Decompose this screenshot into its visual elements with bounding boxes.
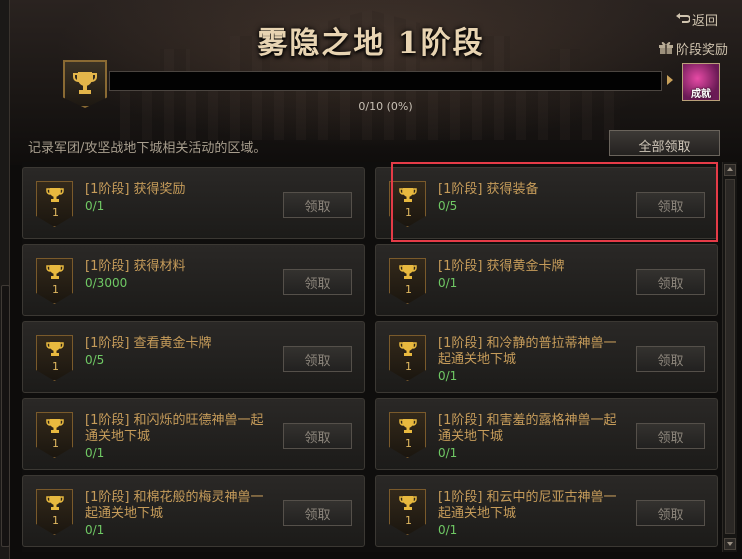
achievement-count: 0/5 xyxy=(438,199,458,213)
trophy-icon xyxy=(46,341,64,361)
claim-button[interactable]: 领取 xyxy=(636,346,705,372)
badge-level: 1 xyxy=(405,360,412,373)
claim-button[interactable]: 领取 xyxy=(283,346,352,372)
achievement-name: [1阶段] 和闪烁的旺德神兽一起通关地下城 xyxy=(85,413,264,444)
trophy-badge-icon: 1 xyxy=(36,258,73,304)
achievement-name: [1阶段] 和害羞的露格神兽一起通关地下城 xyxy=(438,413,617,444)
achievement-card: 1 [1阶段] 和云中的尼亚古神兽一起通关地下城 0/1 领取 xyxy=(375,475,718,547)
badge-level: 1 xyxy=(52,206,59,219)
claim-all-button[interactable]: 全部领取 xyxy=(609,130,720,156)
trophy-badge-icon: 1 xyxy=(389,335,426,381)
achievement-icon[interactable]: 成就 xyxy=(682,63,720,101)
achievement-card: 1 [1阶段] 和害羞的露格神兽一起通关地下城 0/1 领取 xyxy=(375,398,718,470)
area-description: 记录军团/攻坚战地下城相关活动的区域。 xyxy=(28,141,267,156)
trophy-badge-icon: 1 xyxy=(389,258,426,304)
claim-button[interactable]: 领取 xyxy=(283,423,352,449)
trophy-icon xyxy=(399,187,417,207)
badge-level: 1 xyxy=(405,283,412,296)
trophy-badge-icon: 1 xyxy=(36,412,73,458)
achievement-count: 0/1 xyxy=(438,276,458,290)
scroll-down-button[interactable] xyxy=(724,538,736,550)
trophy-icon xyxy=(46,418,64,438)
achievement-card: 1 [1阶段] 获得装备 0/5 领取 xyxy=(375,167,718,239)
claim-button[interactable]: 领取 xyxy=(636,500,705,526)
achievement-name: [1阶段] 和冷静的普拉蒂神兽一起通关地下城 xyxy=(438,336,617,367)
badge-level: 1 xyxy=(405,514,412,527)
trophy-icon xyxy=(399,418,417,438)
return-label: 返回 xyxy=(692,14,719,29)
trophy-icon xyxy=(46,495,64,515)
badge-level: 1 xyxy=(405,437,412,450)
achievement-name: [1阶段] 获得装备 xyxy=(438,182,539,197)
badge-level: 1 xyxy=(405,206,412,219)
achievement-count: 0/1 xyxy=(85,523,105,537)
achievement-card: 1 [1阶段] 获得奖励 0/1 领取 xyxy=(22,167,365,239)
achievement-count: 0/3000 xyxy=(85,276,128,290)
return-button[interactable]: 返回 xyxy=(676,10,718,29)
claim-button[interactable]: 领取 xyxy=(283,192,352,218)
trophy-badge-icon: 1 xyxy=(36,489,73,535)
trophy-badge-icon: 1 xyxy=(36,335,73,381)
achievement-name: [1阶段] 查看黄金卡牌 xyxy=(85,336,212,351)
scroll-thumb[interactable] xyxy=(725,179,735,534)
progress-bar xyxy=(109,71,662,91)
trophy-icon xyxy=(399,495,417,515)
badge-level: 1 xyxy=(52,514,59,527)
achievement-name: [1阶段] 获得奖励 xyxy=(85,182,186,197)
achievement-card: 1 [1阶段] 获得黄金卡牌 0/1 领取 xyxy=(375,244,718,316)
achievement-card: 1 [1阶段] 和棉花般的梅灵神兽一起通关地下城 0/1 领取 xyxy=(22,475,365,547)
achievement-card: 1 [1阶段] 查看黄金卡牌 0/5 领取 xyxy=(22,321,365,393)
page-title: 雾隐之地 1阶段 xyxy=(257,26,485,61)
scroll-up-button[interactable] xyxy=(724,164,736,176)
trophy-badge-icon: 1 xyxy=(36,181,73,227)
progress-arrow-icon xyxy=(667,75,673,85)
trophy-icon xyxy=(46,187,64,207)
achievement-name: [1阶段] 和棉花般的梅灵神兽一起通关地下城 xyxy=(85,490,264,521)
progress-text: 0/10 (0%) xyxy=(358,100,413,113)
list-scrollbar[interactable] xyxy=(722,162,737,552)
trophy-badge-icon: 1 xyxy=(389,412,426,458)
claim-button[interactable]: 领取 xyxy=(636,192,705,218)
claim-button[interactable]: 领取 xyxy=(636,423,705,449)
claim-button[interactable]: 领取 xyxy=(283,269,352,295)
achievement-name: [1阶段] 和云中的尼亚古神兽一起通关地下城 xyxy=(438,490,617,521)
achievement-name: [1阶段] 获得材料 xyxy=(85,259,186,274)
achievement-list: 1 [1阶段] 获得奖励 0/1 领取 1 [1阶段] 获得装备 0/5 领取 1 [1阶段] 获… xyxy=(22,162,722,552)
gift-icon xyxy=(658,40,674,58)
achievement-count: 0/1 xyxy=(438,446,458,460)
left-panel-edge xyxy=(0,0,10,559)
achievement-card: 1 [1阶段] 和闪烁的旺德神兽一起通关地下城 0/1 领取 xyxy=(22,398,365,470)
achievement-count: 0/1 xyxy=(438,523,458,537)
badge-level: 1 xyxy=(52,360,59,373)
stage-reward-button[interactable]: 阶段奖励 xyxy=(658,39,728,58)
achievement-card: 1 [1阶段] 和冷静的普拉蒂神兽一起通关地下城 0/1 领取 xyxy=(375,321,718,393)
achievement-count: 0/1 xyxy=(85,199,105,213)
claim-button[interactable]: 领取 xyxy=(636,269,705,295)
return-arrow-icon xyxy=(676,12,691,28)
achievement-card: 1 [1阶段] 获得材料 0/3000 领取 xyxy=(22,244,365,316)
achievement-name: [1阶段] 获得黄金卡牌 xyxy=(438,259,565,274)
trophy-icon xyxy=(399,341,417,361)
claim-button[interactable]: 领取 xyxy=(283,500,352,526)
trophy-icon xyxy=(46,264,64,284)
achievement-count: 0/1 xyxy=(85,446,105,460)
achievement-count: 0/1 xyxy=(438,369,458,383)
trophy-badge-icon: 1 xyxy=(389,181,426,227)
achievement-count: 0/5 xyxy=(85,353,105,367)
trophy-icon xyxy=(399,264,417,284)
left-scrollbar[interactable] xyxy=(1,285,10,547)
achievement-icon-text: 成就 xyxy=(691,89,711,100)
trophy-badge-icon: 1 xyxy=(389,489,426,535)
stage-reward-label: 阶段奖励 xyxy=(676,43,729,58)
badge-level: 1 xyxy=(52,437,59,450)
badge-level: 1 xyxy=(52,283,59,296)
